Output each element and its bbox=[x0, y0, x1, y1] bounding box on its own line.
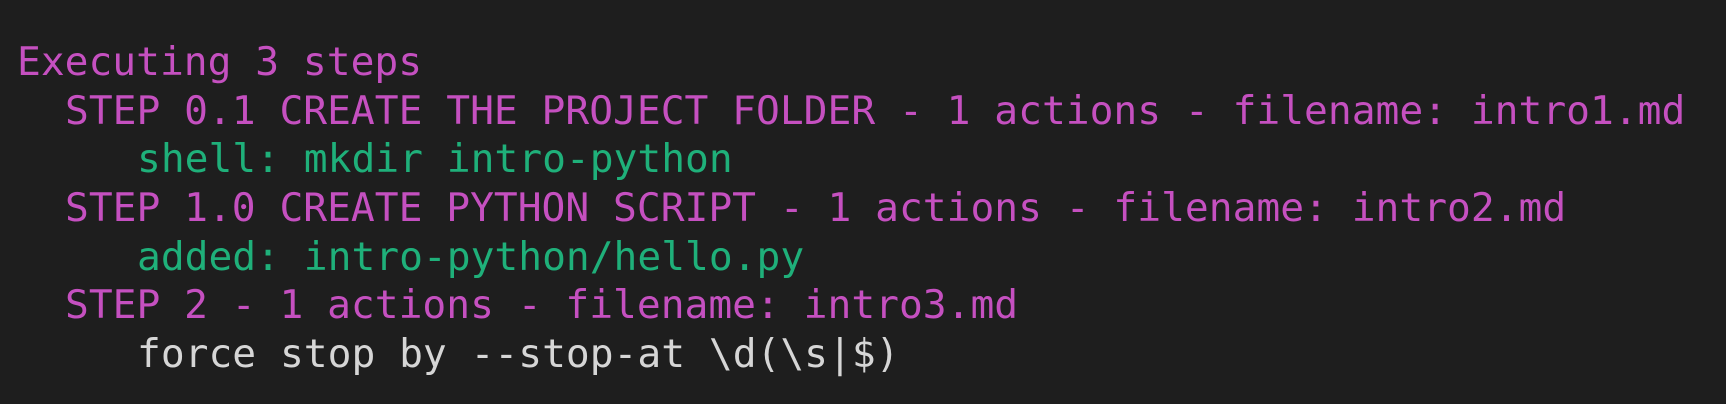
execution-header: Executing 3 steps bbox=[17, 39, 423, 85]
step-action: shell: mkdir intro-python bbox=[137, 136, 733, 183]
step-title: STEP 0.1 CREATE THE PROJECT FOLDER - 1 a… bbox=[65, 87, 1686, 134]
step-title: STEP 2 - 1 actions - filename: intro3.md bbox=[65, 282, 1019, 329]
step-action: force stop by --stop-at \d(\s|$) bbox=[137, 331, 900, 378]
terminal-output: Executing 3 steps STEP 0.1 CREATE THE PR… bbox=[0, 0, 1726, 404]
step-action: added: intro-python/hello.py bbox=[137, 233, 805, 280]
step-title: STEP 1.0 CREATE PYTHON SCRIPT - 1 action… bbox=[65, 185, 1567, 232]
